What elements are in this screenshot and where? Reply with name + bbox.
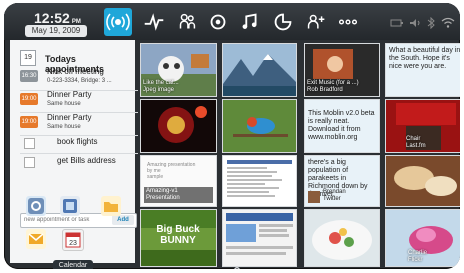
calendar-app-icon[interactable]: 23 [62, 229, 84, 251]
media-icon[interactable] [204, 9, 232, 35]
add-people-icon[interactable] [302, 9, 330, 35]
people-icon[interactable] [173, 9, 201, 35]
broadcast-icon[interactable] [104, 8, 132, 36]
tile-tweet[interactable]: there's a big population of parakeets in… [304, 155, 380, 207]
settings-icon[interactable] [26, 196, 46, 216]
volume-icon[interactable] [408, 16, 422, 28]
date-pill: May 19, 2009 [25, 25, 87, 37]
pictures-icon[interactable] [269, 9, 297, 35]
calendar-icon: 19 [20, 50, 36, 66]
tweet-author: Brendan Twitter [323, 189, 346, 202]
tile-caption: Like the cat... Jpeg image [143, 80, 179, 93]
tile-image-fireworks[interactable] [140, 99, 217, 153]
clock: 12:52 PM [34, 10, 81, 26]
add-button[interactable]: Add [112, 215, 134, 225]
appointment-subtitle: Same house [47, 124, 81, 130]
tile-web-page-2[interactable] [222, 209, 297, 267]
status-text: What a beautiful day in the South. Hope … [389, 47, 460, 70]
appointment-title: Dinner Party [47, 113, 92, 122]
activity-icon[interactable] [140, 9, 168, 35]
doc-preview: Amazing presentation by me sample [147, 162, 196, 180]
tile-music[interactable]: Exit Music (for a ...) Rob Bradford [304, 43, 380, 97]
svg-text:23: 23 [69, 240, 77, 247]
tile-caption: Exit Music (for a ...) Rob Bradford [307, 80, 359, 93]
appointment-item[interactable]: 16:30 Kick off meeting 0-223-3334, Bridg… [20, 67, 138, 89]
battery-icon [390, 16, 404, 28]
tile-photo-chair[interactable]: Chair Last.fm [385, 99, 460, 153]
wifi-icon[interactable] [441, 16, 455, 28]
tile-web-page[interactable] [222, 155, 297, 207]
apps-icon[interactable] [334, 9, 362, 35]
tile-image-bird[interactable] [222, 99, 297, 153]
mail-icon[interactable] [26, 229, 46, 249]
tile-caption: Amazing-v1 Presentation [144, 187, 213, 203]
network-icon[interactable] [60, 196, 80, 216]
content-grid: Like the cat... Jpeg image Exit Music (fo… [140, 43, 460, 267]
music-icon[interactable] [236, 9, 264, 35]
todo-label: book flights [57, 137, 98, 146]
bluetooth-icon[interactable] [424, 16, 438, 30]
appointment-title: Kick off meeting [47, 67, 104, 76]
time-badge: 19:00 [20, 93, 38, 105]
appointment-item[interactable]: 19:00 Dinner Party Same house [20, 113, 138, 135]
time-badge: 16:30 [20, 70, 38, 82]
appointment-item[interactable]: 19:00 Dinner Party Same house [20, 90, 138, 112]
tile-image-food[interactable] [385, 155, 460, 207]
appointment-title: Dinner Party [47, 90, 92, 99]
tile-document[interactable]: Amazing presentation by me sample Amazing-… [140, 155, 217, 207]
chevron-up-icon[interactable] [231, 265, 243, 269]
top-bar: 12:52 PM May 19, 2009 [4, 3, 460, 40]
todo-checkbox[interactable] [24, 138, 35, 149]
svg-text:Big Buck: Big Buck [156, 224, 200, 235]
tile-moblin-text[interactable]: This Moblin v2.0 beta is really neat. Do… [304, 99, 380, 153]
status-text: This Moblin v2.0 beta is really neat. Do… [308, 110, 375, 141]
new-appointment-input[interactable] [24, 215, 109, 225]
tile-photo-charlie[interactable]: Charlie Flickr [385, 209, 460, 267]
todo-label: get Bills address [57, 156, 116, 165]
tile-caption: Charlie Flickr [408, 250, 428, 263]
divider [20, 153, 138, 154]
svg-text:BUNNY: BUNNY [160, 235, 196, 246]
appointment-subtitle: 0-223-3334, Bridge: 3 ... [47, 78, 112, 84]
tile-image-salad[interactable] [304, 209, 380, 267]
time-badge: 19:00 [20, 116, 38, 128]
appointment-subtitle: Same house [47, 101, 81, 107]
todo-item[interactable]: book flights [20, 136, 135, 152]
tooltip: Calendar [53, 260, 93, 269]
device-frame: 12:52 PM May 19, 2009 19 Todays appointm… [4, 3, 460, 269]
todo-item[interactable]: get Bills address [20, 155, 135, 171]
tile-image-mountains[interactable] [222, 43, 297, 97]
tile-caption: Chair Last.fm [406, 136, 426, 149]
appointments-header: 19 Todays appointments [14, 46, 131, 74]
tile-status-text[interactable]: What a beautiful day in the South. Hope … [385, 43, 460, 97]
avatar [308, 191, 320, 203]
tile-image-cat[interactable]: Like the cat... Jpeg image [140, 43, 217, 97]
tile-image-big-buck-bunny[interactable]: Big Buck BUNNY [140, 209, 217, 267]
todo-checkbox[interactable] [24, 157, 35, 168]
folder-icon[interactable] [101, 196, 121, 216]
